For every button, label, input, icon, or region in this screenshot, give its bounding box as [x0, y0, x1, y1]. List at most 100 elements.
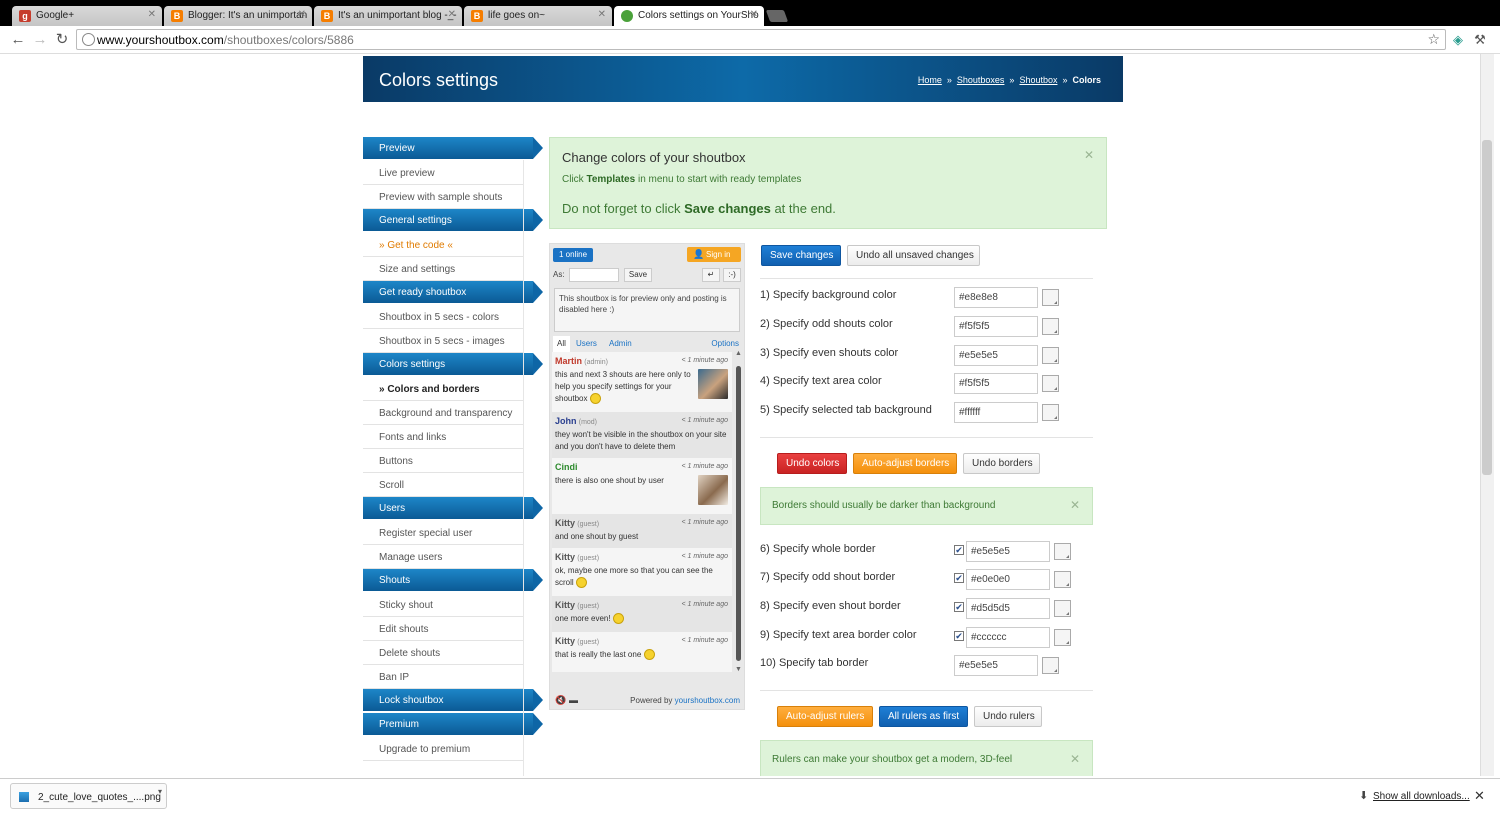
close-icon[interactable]: ✕ [598, 9, 606, 20]
close-icon[interactable]: ✕ [148, 9, 156, 20]
reload-icon[interactable]: ↻ [52, 30, 72, 50]
shout-author[interactable]: Martin [555, 356, 582, 366]
sidebar-item-5[interactable]: Size and settings [363, 257, 523, 281]
browser-tab-unimportant-blog[interactable]: B It's an unimportant blog -_- ✕ [314, 6, 462, 26]
sidebar-item-10[interactable]: » Colors and borders [363, 377, 523, 401]
close-icon[interactable]: ✕ [1084, 148, 1094, 162]
address-bar[interactable]: www.yourshoutbox.com/shoutboxes/colors/5… [76, 29, 1446, 50]
chevron-down-icon[interactable]: ▼ [735, 666, 742, 673]
tab-users[interactable]: Users [576, 339, 597, 348]
shout-textarea[interactable]: This shoutbox is for preview only and po… [554, 288, 740, 332]
sidebar-section-3[interactable]: General settings [363, 209, 543, 231]
undo-all-button[interactable]: Undo all unsaved changes [847, 245, 980, 266]
sidebar-item-7[interactable]: Shoutbox in 5 secs - colors [363, 305, 523, 329]
sidebar-item-11[interactable]: Background and transparency [363, 401, 523, 425]
sidebar-section-18[interactable]: Shouts [363, 569, 543, 591]
breadcrumb-shoutboxes[interactable]: Shoutboxes [957, 75, 1005, 85]
sidebar-item-13[interactable]: Buttons [363, 449, 523, 473]
border-color-input[interactable]: #e0e0e0 [966, 569, 1050, 590]
auto-adjust-borders-button[interactable]: Auto-adjust borders [853, 453, 957, 474]
close-icon[interactable]: ✕ [298, 9, 306, 20]
extension-icon[interactable]: ◈ [1448, 30, 1468, 50]
sidebar-item-4[interactable]: » Get the code « [363, 233, 523, 257]
breadcrumb-shoutbox[interactable]: Shoutbox [1019, 75, 1057, 85]
browser-tab-colors-settings[interactable]: Colors settings on YourSho ✕ [614, 6, 764, 26]
shout-author[interactable]: Kitty [555, 600, 575, 610]
save-changes-button[interactable]: Save changes [761, 245, 841, 266]
color-input[interactable]: #e5e5e5 [954, 345, 1038, 366]
download-item[interactable]: 2_cute_love_quotes_....png ▾ [10, 783, 167, 809]
color-input[interactable]: #ffffff [954, 402, 1038, 423]
shoutbox-scroll-thumb[interactable] [736, 366, 741, 661]
forward-arrow-icon[interactable]: → [30, 30, 50, 50]
color-picker-swatch[interactable] [1042, 289, 1059, 306]
color-picker-swatch[interactable] [1054, 600, 1071, 617]
close-icon[interactable]: ✕ [1070, 752, 1080, 766]
close-icon[interactable]: ✕ [1474, 788, 1485, 804]
color-picker-swatch[interactable] [1054, 571, 1071, 588]
sidebar-item-16[interactable]: Register special user [363, 521, 523, 545]
tab-all[interactable]: All [553, 336, 570, 352]
sidebar-item-25[interactable]: Upgrade to premium [363, 737, 523, 761]
sidebar-item-21[interactable]: Delete shouts [363, 641, 523, 665]
color-picker-swatch[interactable] [1054, 543, 1071, 560]
sidebar-item-20[interactable]: Edit shouts [363, 617, 523, 641]
mute-icon[interactable]: 🔇 [555, 695, 566, 706]
sidebar-item-14[interactable]: Scroll [363, 473, 523, 497]
sidebar-item-19[interactable]: Sticky shout [363, 593, 523, 617]
sidebar-item-8[interactable]: Shoutbox in 5 secs - images [363, 329, 523, 353]
color-picker-swatch[interactable] [1042, 375, 1059, 392]
breadcrumb-home[interactable]: Home [918, 75, 942, 85]
wrench-icon[interactable]: ⚒ [1470, 30, 1490, 50]
sidebar-section-15[interactable]: Users [363, 497, 543, 519]
border-color-input[interactable]: #e5e5e5 [966, 541, 1050, 562]
back-arrow-icon[interactable]: ← [8, 30, 28, 50]
color-input[interactable]: #f5f5f5 [954, 316, 1038, 337]
border-color-input[interactable]: #e5e5e5 [954, 655, 1038, 676]
sidebar-section-23[interactable]: Lock shoutbox [363, 689, 543, 711]
tab-options[interactable]: Options [711, 339, 739, 348]
undo-colors-button[interactable]: Undo colors [777, 453, 847, 474]
shout-author[interactable]: Kitty [555, 636, 575, 646]
close-icon[interactable]: ✕ [750, 9, 758, 20]
all-rulers-as-first-button[interactable]: All rulers as first [879, 706, 968, 727]
smiley-button[interactable]: :-) [723, 268, 741, 282]
color-picker-swatch[interactable] [1042, 347, 1059, 364]
shout-author[interactable]: Kitty [555, 518, 575, 528]
border-enabled-checkbox[interactable]: ✔ [954, 573, 964, 583]
sidebar-item-17[interactable]: Manage users [363, 545, 523, 569]
chat-icon[interactable]: ▬ [569, 695, 578, 705]
close-icon[interactable]: ✕ [448, 9, 456, 20]
new-tab-button[interactable] [765, 10, 789, 22]
shout-author[interactable]: Cindi [555, 462, 578, 472]
undo-borders-button[interactable]: Undo borders [963, 453, 1040, 474]
star-icon[interactable]: ☆ [1427, 31, 1440, 48]
color-input[interactable]: #f5f5f5 [954, 373, 1038, 394]
shout-author[interactable]: Kitty [555, 552, 575, 562]
sidebar-item-2[interactable]: Preview with sample shouts [363, 185, 523, 209]
sidebar-section-9[interactable]: Colors settings [363, 353, 543, 375]
color-input[interactable]: #e8e8e8 [954, 287, 1038, 308]
color-picker-swatch[interactable] [1042, 404, 1059, 421]
close-icon[interactable]: ✕ [1070, 498, 1080, 512]
border-color-input[interactable]: #d5d5d5 [966, 598, 1050, 619]
name-input[interactable] [569, 268, 619, 282]
browser-tab-blogger[interactable]: B Blogger: It's an unimportan ✕ [164, 6, 312, 26]
undo-rulers-button[interactable]: Undo rulers [974, 706, 1042, 727]
auto-adjust-rulers-button[interactable]: Auto-adjust rulers [777, 706, 873, 727]
shout-save-button[interactable]: Save [624, 268, 652, 282]
border-color-input[interactable]: #cccccc [966, 627, 1050, 648]
chevron-down-icon[interactable]: ▾ [158, 787, 162, 796]
shout-author[interactable]: John [555, 416, 577, 426]
shoutbox-scrollbar[interactable]: ▲ ▼ [735, 350, 742, 674]
sign-in-button[interactable]: 👤 Sign in [687, 247, 741, 262]
sidebar-item-22[interactable]: Ban IP [363, 665, 523, 689]
show-all-downloads-link[interactable]: Show all downloads... [1373, 791, 1470, 802]
color-picker-swatch[interactable] [1054, 629, 1071, 646]
color-picker-swatch[interactable] [1042, 318, 1059, 335]
online-count-badge[interactable]: 1 online [553, 248, 594, 262]
sidebar-item-12[interactable]: Fonts and links [363, 425, 523, 449]
tab-admin[interactable]: Admin [609, 339, 632, 348]
page-scrollbar-thumb[interactable] [1482, 140, 1492, 475]
border-enabled-checkbox[interactable]: ✔ [954, 602, 964, 612]
